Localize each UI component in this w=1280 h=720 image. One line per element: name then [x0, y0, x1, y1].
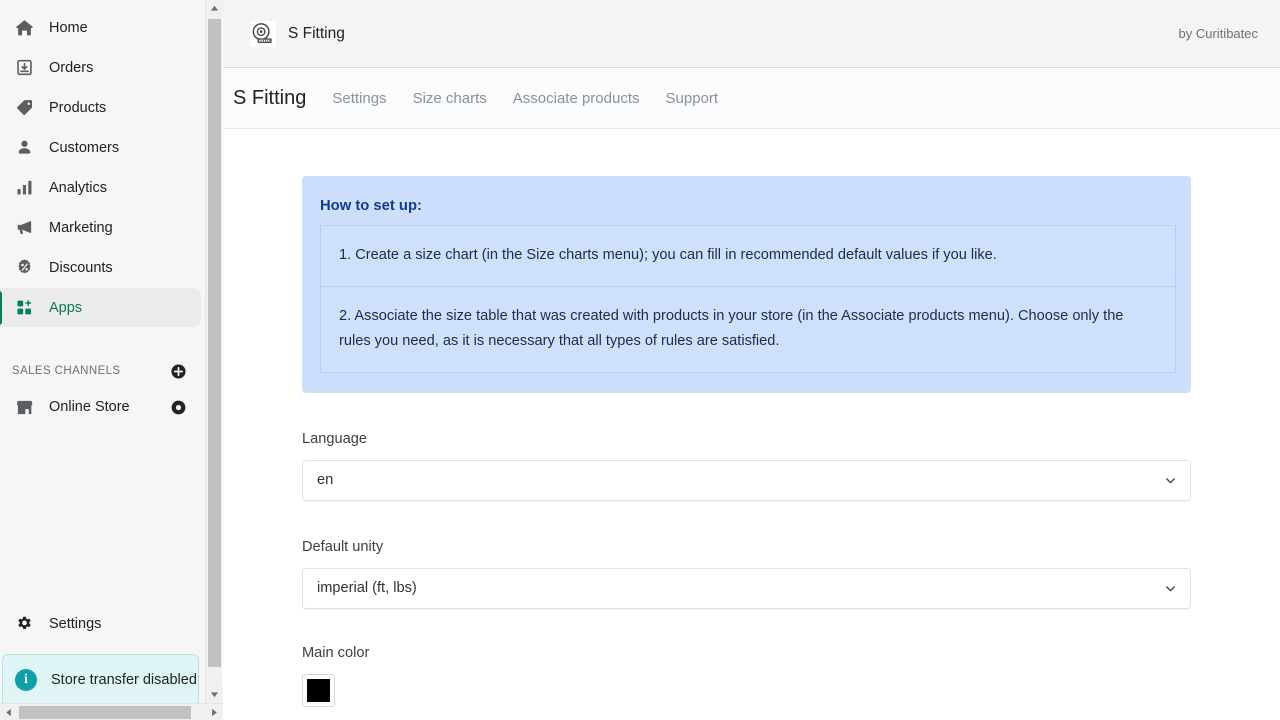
customers-person-icon — [14, 138, 34, 158]
measuring-tape-icon — [249, 20, 277, 48]
language-select[interactable]: en — [302, 459, 1191, 501]
sidebar-item-apps[interactable]: Apps — [0, 288, 201, 327]
view-store-eye-icon[interactable] — [169, 398, 187, 416]
app-tabbar: S Fitting Settings Size charts Associate… — [223, 68, 1280, 129]
sidebar-item-discounts[interactable]: Discounts — [0, 248, 201, 287]
orders-icon — [14, 58, 34, 78]
sidebar-item-settings[interactable]: Settings — [0, 604, 205, 644]
sidebar-item-home[interactable]: Home — [0, 8, 201, 47]
marketing-megaphone-icon — [14, 218, 34, 238]
scroll-up-arrow-icon[interactable] — [205, 0, 223, 17]
store-transfer-label: Store transfer disabled — [51, 672, 197, 688]
horizontal-scrollbar[interactable] — [0, 703, 223, 720]
default-unity-label: Default unity — [302, 538, 384, 555]
sidebar-nav: Home Orders Products Customers Analytics… — [0, 0, 205, 328]
how-to-step-1: 1. Create a size chart (in the Size char… — [320, 225, 1176, 287]
sales-channels-label: SALES CHANNELS — [12, 365, 121, 377]
vertical-scroll-track[interactable] — [206, 17, 223, 686]
chevron-down-icon — [1163, 581, 1177, 595]
sidebar-item-label: Apps — [49, 299, 83, 316]
how-to-step-2: 2. Associate the size table that was cre… — [320, 286, 1176, 373]
tab-associate-products[interactable]: Associate products — [513, 90, 640, 107]
sidebar-item-label: Orders — [49, 59, 94, 76]
app-brand: S Fitting — [249, 20, 345, 48]
sidebar-item-analytics[interactable]: Analytics — [0, 168, 201, 207]
sidebar-item-label: Analytics — [49, 179, 108, 196]
app-topbar: S Fitting by Curitibatec — [223, 0, 1280, 68]
default-unity-field: Default unity imperial (ft, lbs) — [302, 539, 1191, 609]
discounts-percent-icon — [14, 258, 34, 278]
horizontal-scroll-track[interactable] — [17, 704, 206, 720]
content-area: How to set up: 1. Create a size chart (i… — [223, 129, 1280, 720]
vertical-scroll-thumb[interactable] — [207, 19, 221, 667]
tab-settings[interactable]: Settings — [332, 90, 386, 107]
app-root: Home Orders Products Customers Analytics… — [0, 0, 1280, 720]
app-title: S Fitting — [288, 24, 345, 42]
scroll-right-arrow-icon[interactable] — [206, 704, 223, 720]
storefront-icon — [14, 397, 34, 417]
sidebar-item-label: Marketing — [49, 219, 113, 236]
add-sales-channel-icon[interactable] — [169, 362, 187, 380]
tab-support[interactable]: Support — [666, 90, 719, 107]
apps-grid-icon — [14, 298, 34, 318]
sidebar-item-label: Products — [49, 99, 107, 116]
sidebar-item-label: Discounts — [49, 259, 113, 276]
language-value: en — [317, 472, 334, 489]
analytics-bar-chart-icon — [14, 178, 34, 198]
sales-channels-header: SALES CHANNELS — [0, 354, 205, 388]
main-area: S Fitting by Curitibatec S Fitting Setti… — [223, 0, 1280, 720]
info-icon: i — [15, 669, 37, 691]
main-color-swatch — [307, 678, 330, 702]
how-to-title: How to set up: — [320, 198, 422, 214]
home-icon — [14, 18, 34, 38]
products-tag-icon — [14, 98, 34, 118]
sidebar-item-label: Settings — [49, 616, 102, 632]
sidebar-item-marketing[interactable]: Marketing — [0, 208, 201, 247]
sidebar-item-customers[interactable]: Customers — [0, 128, 201, 167]
sidebar-item-orders[interactable]: Orders — [0, 48, 201, 87]
sidebar-item-label: Customers — [49, 139, 120, 156]
sidebar-item-online-store[interactable]: Online Store — [0, 388, 205, 426]
sidebar-item-label: Online Store — [49, 399, 130, 415]
default-unity-value: imperial (ft, lbs) — [317, 580, 417, 597]
sidebar-item-label: Home — [49, 19, 88, 36]
horizontal-scroll-thumb[interactable] — [19, 705, 191, 719]
default-unity-select[interactable]: imperial (ft, lbs) — [302, 567, 1191, 609]
main-color-field: Main color — [302, 645, 1191, 707]
tab-s-fitting[interactable]: S Fitting — [233, 87, 306, 110]
gear-icon — [14, 614, 34, 634]
scroll-left-arrow-icon[interactable] — [0, 704, 17, 720]
chevron-down-icon — [1163, 473, 1177, 487]
app-author-label: by Curitibatec — [1178, 26, 1258, 41]
sidebar: Home Orders Products Customers Analytics… — [0, 0, 223, 720]
scroll-down-arrow-icon[interactable] — [205, 686, 223, 703]
main-color-picker[interactable] — [302, 673, 335, 707]
sidebar-item-products[interactable]: Products — [0, 88, 201, 127]
language-label: Language — [302, 430, 367, 447]
store-transfer-banner[interactable]: i Store transfer disabled — [2, 654, 199, 706]
vertical-scrollbar[interactable] — [205, 0, 223, 703]
language-field: Language en — [302, 431, 1191, 501]
tab-size-charts[interactable]: Size charts — [413, 90, 487, 107]
how-to-set-up-panel: How to set up: 1. Create a size chart (i… — [302, 176, 1191, 393]
main-color-label: Main color — [302, 644, 370, 661]
